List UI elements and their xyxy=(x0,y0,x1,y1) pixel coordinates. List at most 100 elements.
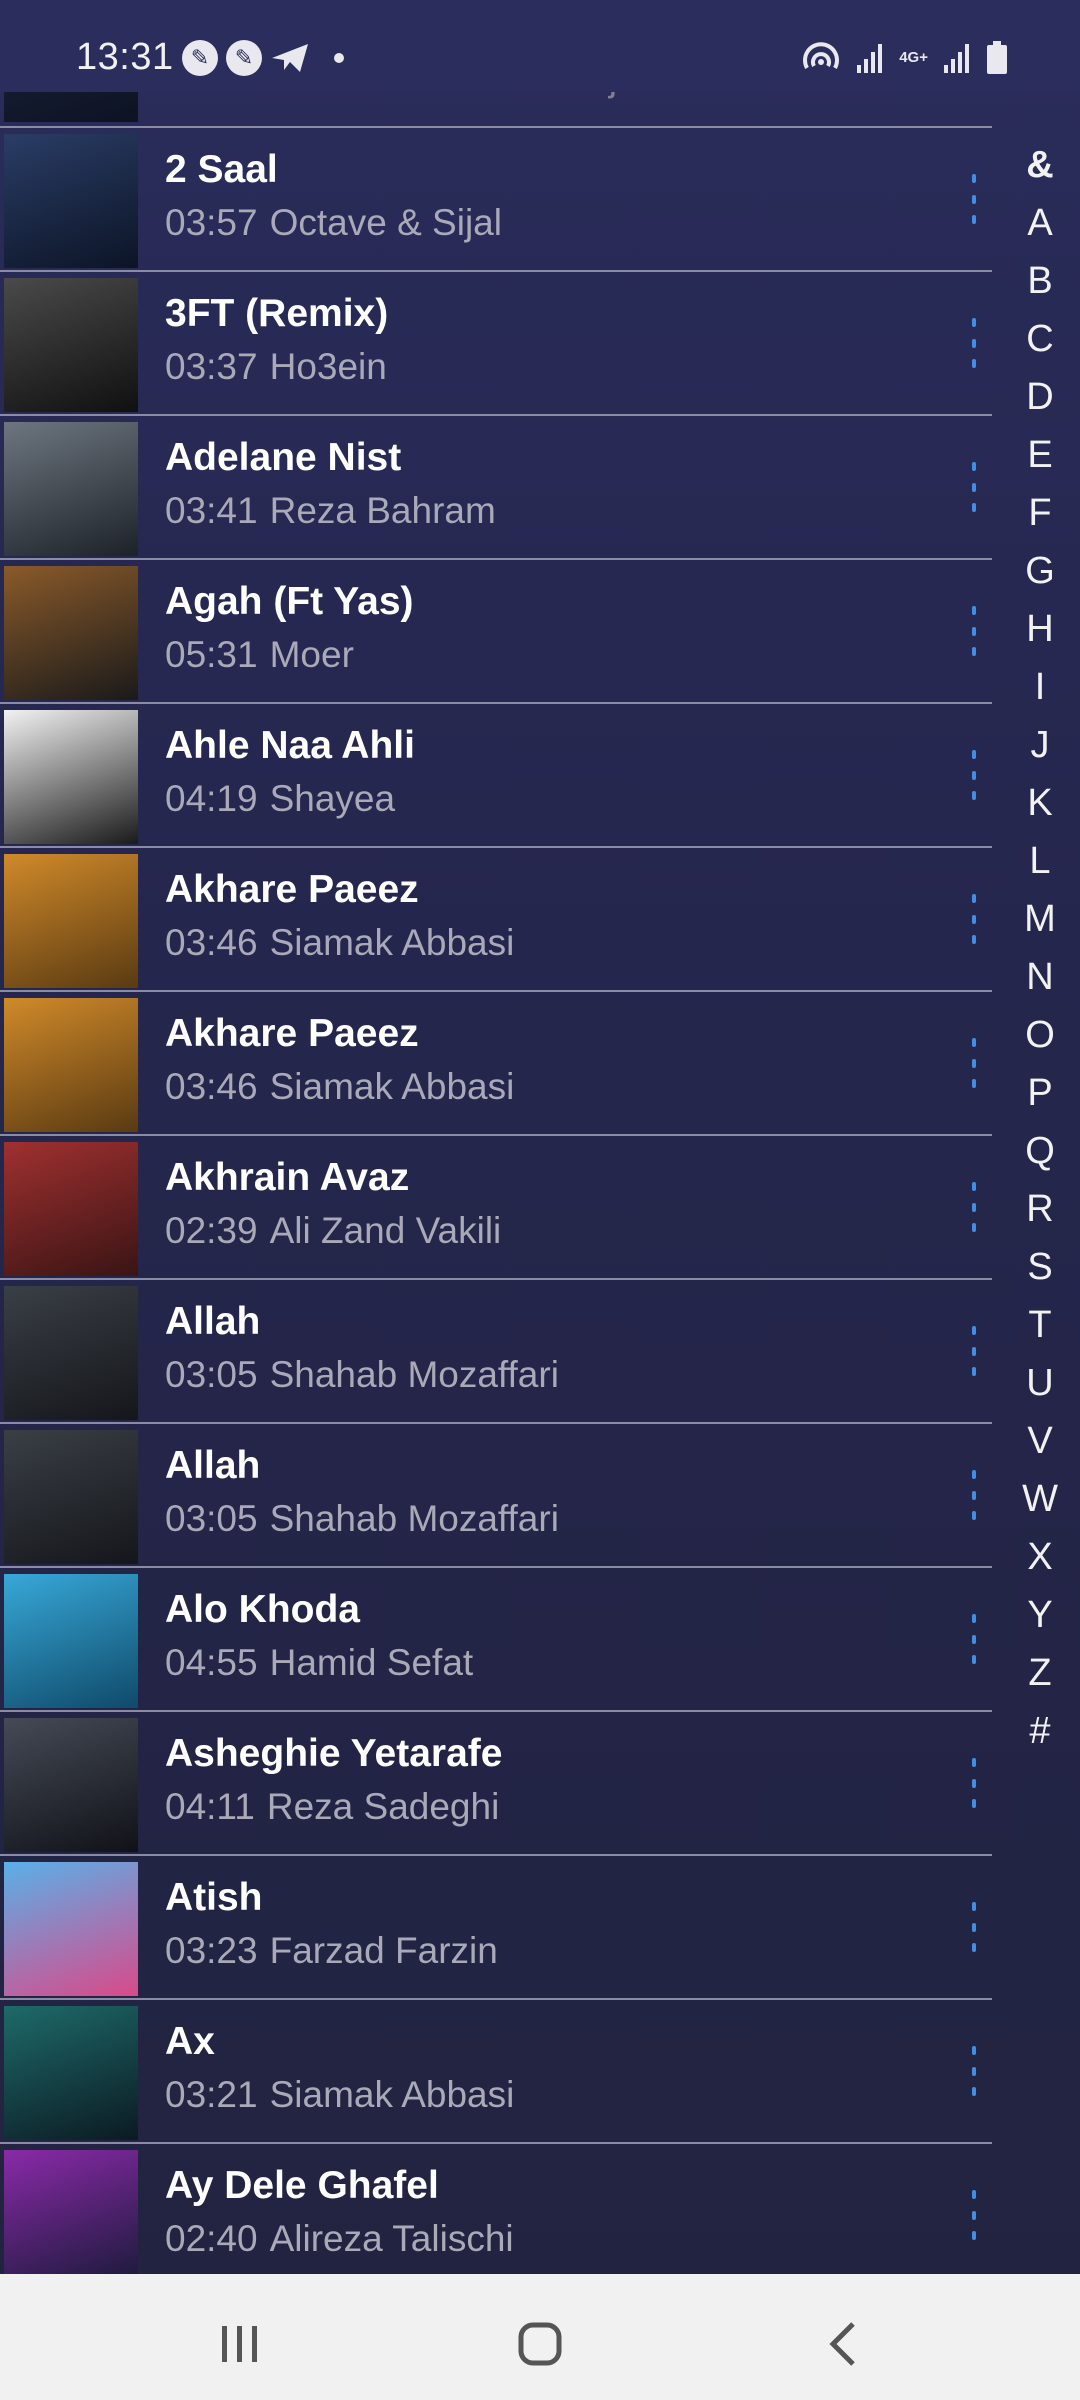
more-options-icon[interactable] xyxy=(968,1326,980,1376)
alphabet-letter[interactable]: S xyxy=(1010,1238,1070,1296)
song-title: Akhrain Avaz xyxy=(165,1156,410,1199)
more-options-icon[interactable] xyxy=(968,318,980,368)
alphabet-letter[interactable]: Y xyxy=(1010,1586,1070,1644)
more-options-icon[interactable] xyxy=(968,1038,980,1088)
song-duration: 03:57 xyxy=(165,202,258,243)
alphabet-letter[interactable]: X xyxy=(1010,1528,1070,1586)
song-artist: Ho3ein xyxy=(269,346,387,387)
alphabet-letter[interactable]: Q xyxy=(1010,1122,1070,1180)
recents-icon[interactable] xyxy=(210,2314,270,2374)
song-title: Alo Khoda xyxy=(165,1588,360,1631)
song-row[interactable]: 2 Saal 03:57 Octave & Sijal xyxy=(0,128,992,272)
song-artist: Reza Sadeghi xyxy=(266,1786,500,1827)
song-title: 3FT (Remix) xyxy=(165,292,389,335)
song-title: Ahle Naa Ahli xyxy=(165,724,415,767)
album-art-thumbnail xyxy=(4,710,138,844)
more-options-icon[interactable] xyxy=(968,2046,980,2096)
battery-icon xyxy=(987,41,1007,74)
song-row[interactable]: Ay Dele Ghafel 02:40 Alireza Talischi xyxy=(0,2144,992,2288)
song-title: Asheghie Yetarafe xyxy=(165,1732,503,1775)
song-row[interactable]: Akhrain Avaz 02:39 Ali Zand Vakili xyxy=(0,1136,992,1280)
alphabet-letter[interactable]: & xyxy=(1010,136,1070,194)
song-artist: Moer xyxy=(269,634,354,675)
more-options-icon[interactable] xyxy=(968,1902,980,1952)
song-duration: 02:39 xyxy=(165,1210,258,1251)
song-artist: Hamid Sefat xyxy=(269,1642,474,1683)
alphabet-letter[interactable]: P xyxy=(1010,1064,1070,1122)
more-options-icon[interactable] xyxy=(968,894,980,944)
alphabet-letter[interactable]: V xyxy=(1010,1412,1070,1470)
alphabet-letter[interactable]: W xyxy=(1010,1470,1070,1528)
song-row[interactable]: Akhare Paeez 03:46 Siamak Abbasi xyxy=(0,992,992,1136)
alphabet-letter[interactable]: H xyxy=(1010,600,1070,658)
alphabet-letter[interactable]: N xyxy=(1010,948,1070,1006)
song-meta: 03:21 Siamak Abbasi xyxy=(165,2074,514,2116)
song-row[interactable]: 3FT (Remix) 03:37 Ho3ein xyxy=(0,272,992,416)
song-row[interactable]: Ax 03:21 Siamak Abbasi xyxy=(0,2000,992,2144)
song-title: Allah xyxy=(165,1300,261,1343)
song-row[interactable]: Ahle Naa Ahli 04:19 Shayea xyxy=(0,704,992,848)
back-icon[interactable] xyxy=(815,2314,875,2374)
alphabet-letter[interactable]: R xyxy=(1010,1180,1070,1238)
song-duration: 03:46 xyxy=(165,922,258,963)
more-options-icon[interactable] xyxy=(968,1470,980,1520)
alphabet-letter[interactable]: C xyxy=(1010,310,1070,368)
song-list[interactable]: 03:39Hossein & Sohrab Mj2 Saal03:57Octav… xyxy=(0,0,992,2288)
album-art-thumbnail xyxy=(4,998,138,1132)
song-artist: Farzad Farzin xyxy=(269,1930,498,1971)
status-time: 13:31 xyxy=(76,36,174,78)
navigation-bar xyxy=(0,2274,1080,2400)
alphabet-letter[interactable]: O xyxy=(1010,1006,1070,1064)
alphabet-letter[interactable]: M xyxy=(1010,890,1070,948)
song-duration: 04:19 xyxy=(165,778,258,819)
song-meta: 03:57 Octave & Sijal xyxy=(165,202,502,244)
more-options-icon[interactable] xyxy=(968,174,980,224)
alphabet-letter[interactable]: K xyxy=(1010,774,1070,832)
alphabet-letter[interactable]: T xyxy=(1010,1296,1070,1354)
alphabet-letter[interactable]: A xyxy=(1010,194,1070,252)
alphabet-letter[interactable]: J xyxy=(1010,716,1070,774)
alphabet-letter[interactable]: L xyxy=(1010,832,1070,890)
song-artist: Shahab Mozaffari xyxy=(269,1354,559,1395)
more-options-icon[interactable] xyxy=(968,2190,980,2240)
alphabet-letter[interactable]: G xyxy=(1010,542,1070,600)
album-art-thumbnail xyxy=(4,2006,138,2140)
more-options-icon[interactable] xyxy=(968,1182,980,1232)
song-row[interactable]: Adelane Nist 03:41 Reza Bahram xyxy=(0,416,992,560)
album-art-thumbnail xyxy=(4,278,138,412)
song-row[interactable]: Allah 03:05 Shahab Mozaffari xyxy=(0,1280,992,1424)
more-options-icon[interactable] xyxy=(968,750,980,800)
album-art-thumbnail xyxy=(4,1718,138,1852)
song-row[interactable]: Asheghie Yetarafe 04:11 Reza Sadeghi xyxy=(0,1712,992,1856)
alphabet-letter[interactable]: # xyxy=(1010,1702,1070,1760)
song-row[interactable]: Agah (Ft Yas) 05:31 Moer xyxy=(0,560,992,704)
song-row[interactable]: Atish 03:23 Farzad Farzin xyxy=(0,1856,992,2000)
alphabet-letter[interactable]: D xyxy=(1010,368,1070,426)
song-row[interactable]: Akhare Paeez 03:46 Siamak Abbasi xyxy=(0,848,992,992)
song-artist: Siamak Abbasi xyxy=(269,1066,515,1107)
alphabet-letter[interactable]: I xyxy=(1010,658,1070,716)
home-icon[interactable] xyxy=(510,2314,570,2374)
more-options-icon[interactable] xyxy=(968,1758,980,1808)
notification-icon: ✎ xyxy=(182,40,218,76)
song-artist: Shahab Mozaffari xyxy=(269,1498,559,1539)
alphabet-letter[interactable]: Z xyxy=(1010,1644,1070,1702)
song-meta: 05:31 Moer xyxy=(165,634,354,676)
more-options-icon[interactable] xyxy=(968,462,980,512)
song-row[interactable]: Alo Khoda 04:55 Hamid Sefat xyxy=(0,1568,992,1712)
song-meta: 02:39 Ali Zand Vakili xyxy=(165,1210,501,1252)
song-row[interactable]: Allah 03:05 Shahab Mozaffari xyxy=(0,1424,992,1568)
song-meta: 03:41 Reza Bahram xyxy=(165,490,496,532)
more-options-icon[interactable] xyxy=(968,1614,980,1664)
status-bar: 13:31 ✎ ✎ 4G+ xyxy=(0,0,1080,92)
alphabet-letter[interactable]: B xyxy=(1010,252,1070,310)
telegram-icon xyxy=(272,44,308,72)
alphabet-letter[interactable]: E xyxy=(1010,426,1070,484)
more-options-icon[interactable] xyxy=(968,606,980,656)
alphabet-letter[interactable]: U xyxy=(1010,1354,1070,1412)
dot-icon xyxy=(334,53,344,63)
song-duration: 03:21 xyxy=(165,2074,258,2115)
alphabet-letter[interactable]: F xyxy=(1010,484,1070,542)
song-artist: Ali Zand Vakili xyxy=(269,1210,502,1251)
alphabet-index[interactable]: & A B C D E F G H I J K L M N O P Q R S T U V W X Y Z # xyxy=(1010,136,1070,1760)
